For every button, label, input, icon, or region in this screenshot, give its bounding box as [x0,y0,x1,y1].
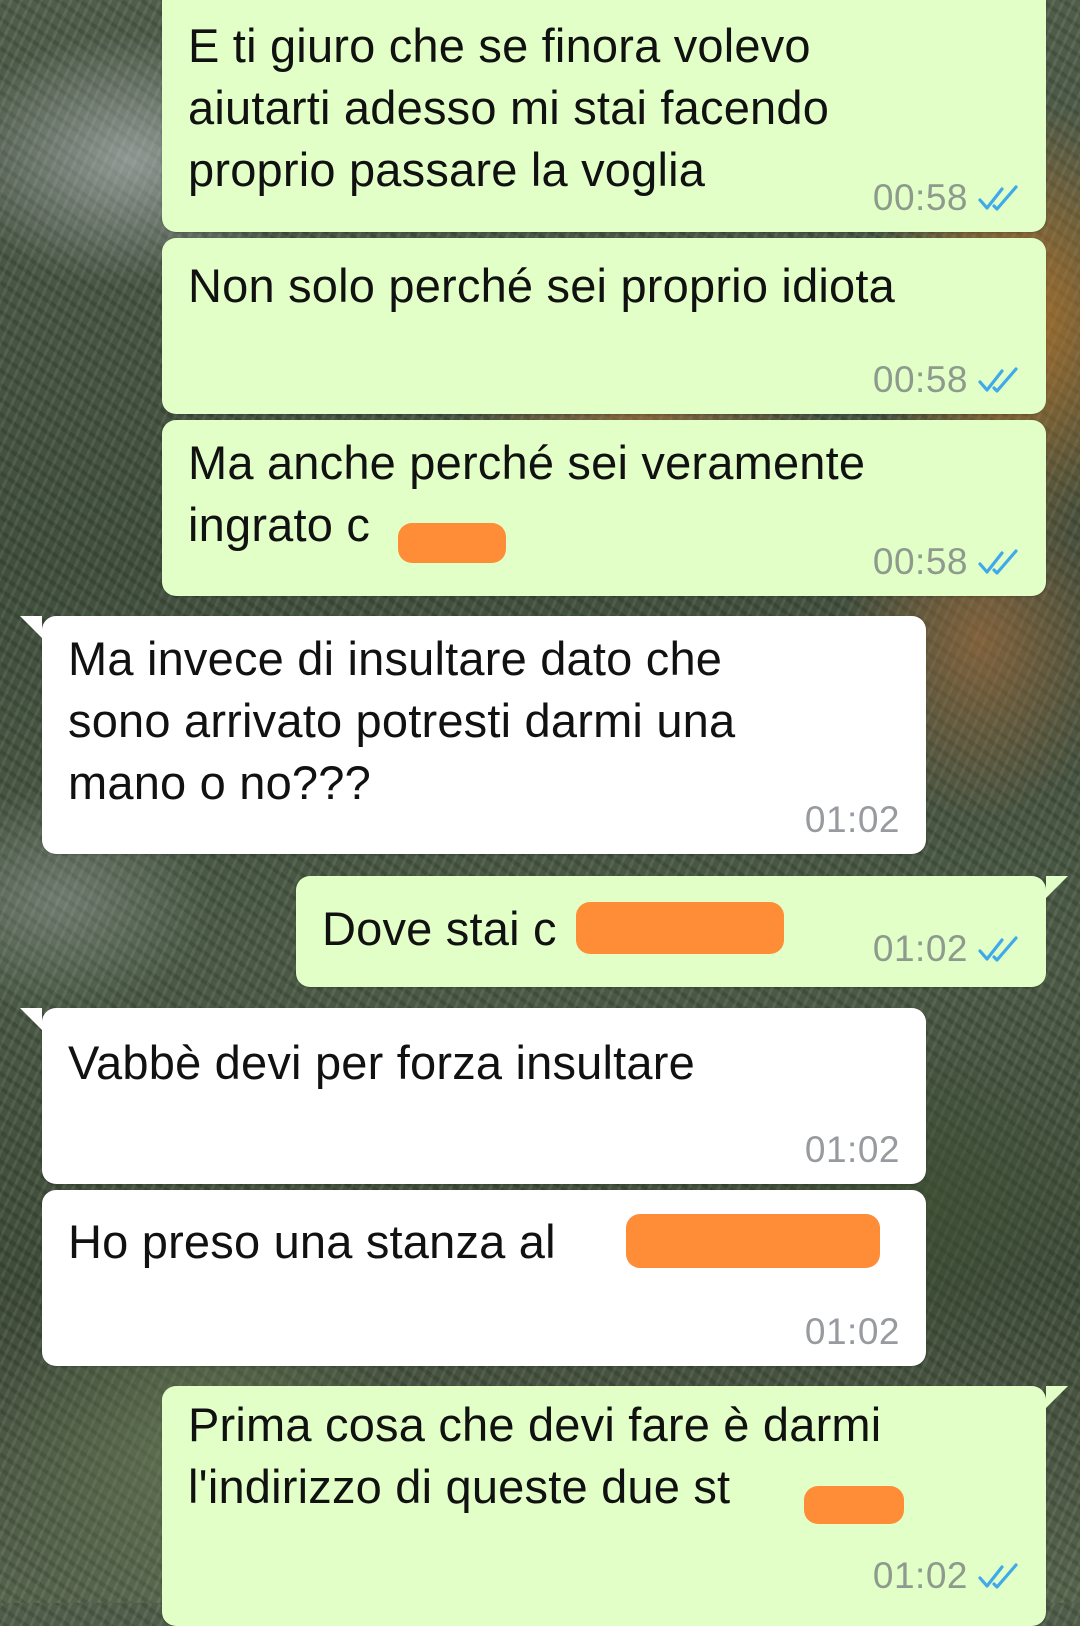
message-time: 01:02 [804,1129,900,1170]
double-check-read-icon [978,936,1018,962]
message-time: 01:02 [872,928,968,969]
message-text: Ma invece di insultare dato che sono arr… [68,632,736,809]
bubble-tail [1046,876,1068,898]
redaction-block [804,1486,904,1524]
double-check-read-icon [978,367,1018,393]
bubble-tail [20,616,42,638]
double-check-read-icon [978,549,1018,575]
message-text: Ho preso una stanza al [68,1215,556,1268]
message-meta: 01:02 [872,1555,1022,1596]
bubble-tail [20,1008,42,1030]
message-text: Non solo perché sei proprio idiota [188,259,895,312]
redaction-block [576,902,784,954]
message-bubble-incoming[interactable]: Ho preso una stanza al 01:02 [42,1190,926,1366]
message-meta: 00:58 [872,359,1022,400]
message-bubble-incoming[interactable]: Vabbè devi per forza insultare 01:02 [20,1008,926,1184]
message-meta: 01:02 [872,928,1022,969]
bubble-tail [1046,1386,1068,1408]
message-meta: 01:02 [804,1311,900,1352]
message-meta: 00:58 [872,541,1022,582]
message-bubble-outgoing[interactable]: Non solo perché sei proprio idiota 00:58 [162,238,1046,414]
message-time: 01:02 [804,1311,900,1352]
message-text: Prima cosa che devi fare è darmi l'indir… [188,1398,882,1513]
message-bubble-outgoing[interactable]: Dove stai c 01:02 [296,876,1068,987]
message-time: 00:58 [872,177,968,218]
message-bubble-outgoing[interactable]: E ti giuro che se finora volevo aiutarti… [162,0,1046,232]
double-check-read-icon [978,185,1018,211]
message-time: 00:58 [872,359,968,400]
message-text: Ma anche perché sei veramente ingrato c [188,436,866,551]
message-text: Vabbè devi per forza insultare [68,1036,695,1089]
message-bubble-outgoing[interactable]: Ma anche perché sei veramente ingrato c … [162,420,1046,596]
redaction-block [398,523,506,563]
message-time: 00:58 [872,541,968,582]
message-time: 01:02 [872,1555,968,1596]
redaction-block [626,1214,880,1268]
message-bubble-outgoing[interactable]: Prima cosa che devi fare è darmi l'indir… [162,1386,1068,1626]
message-text: Dove stai c [322,902,557,955]
message-meta: 01:02 [804,799,900,840]
message-meta: 01:02 [804,1129,900,1170]
message-time: 01:02 [804,799,900,840]
double-check-read-icon [978,1563,1018,1589]
message-meta: 00:58 [872,177,1022,218]
message-bubble-incoming[interactable]: Ma invece di insultare dato che sono arr… [20,616,926,854]
message-text: E ti giuro che se finora volevo aiutarti… [188,19,830,196]
